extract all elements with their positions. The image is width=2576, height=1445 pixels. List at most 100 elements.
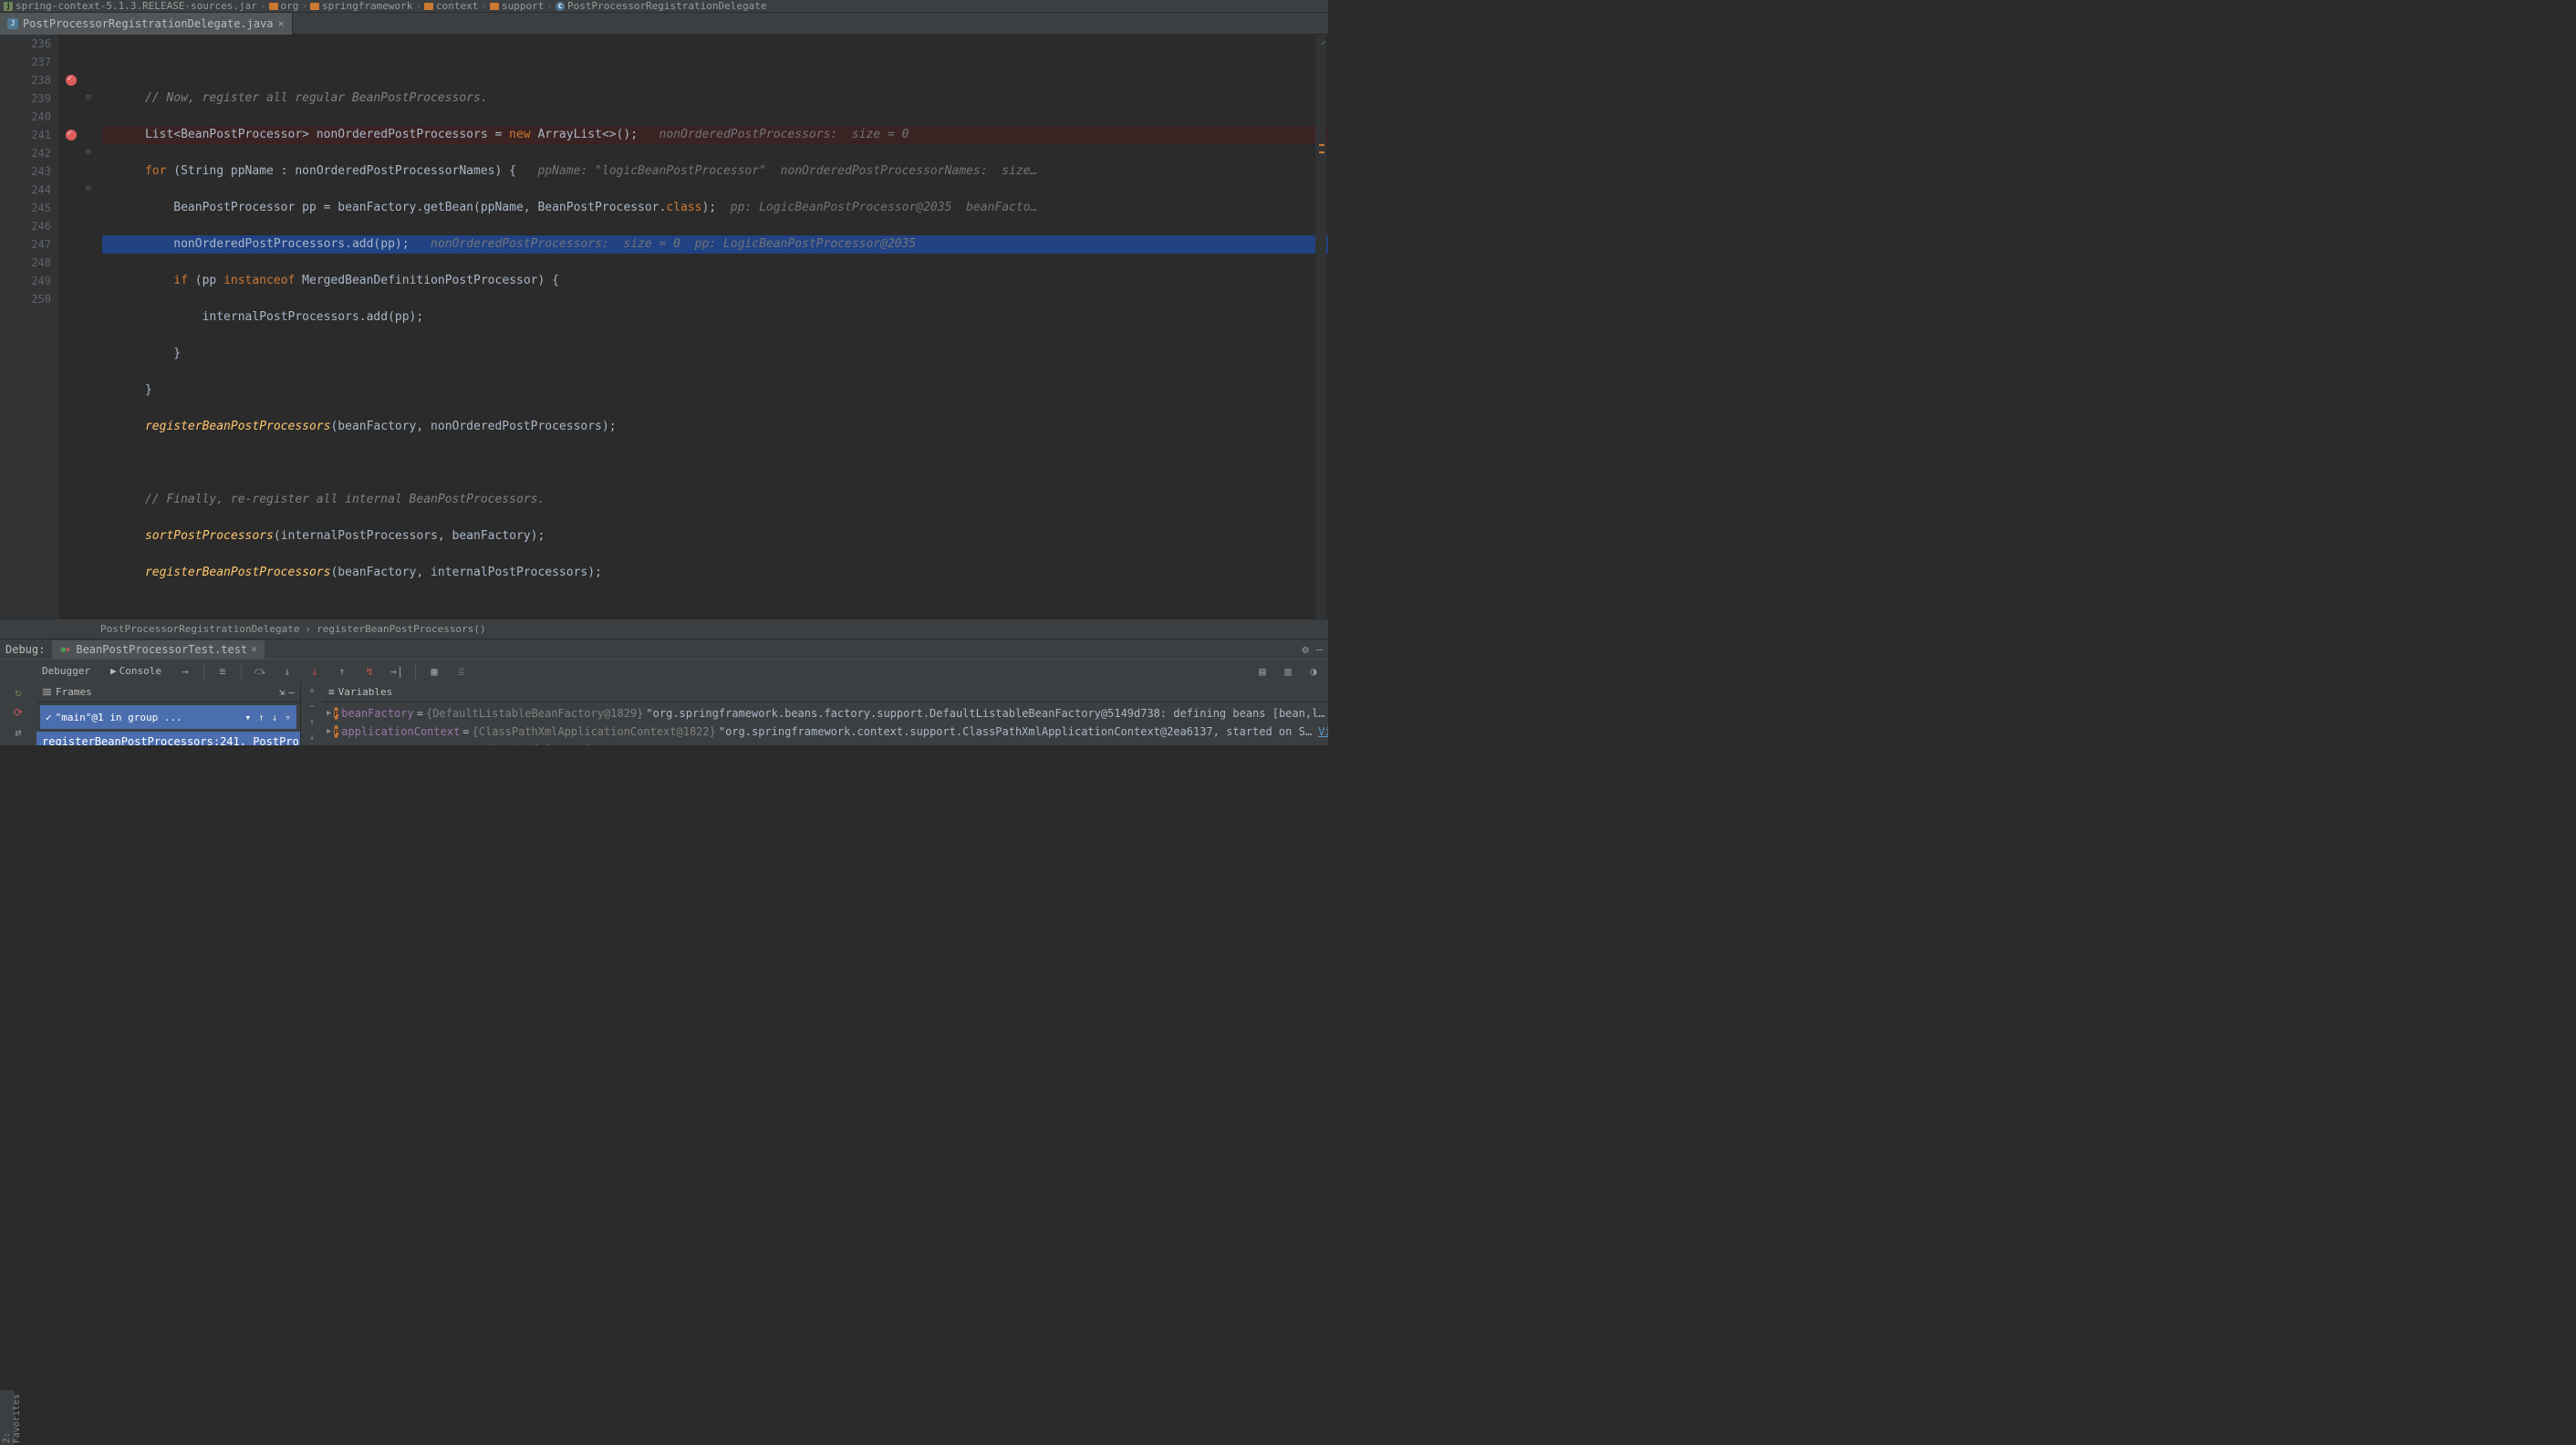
trace-icon[interactable]: ≣ [452,662,471,681]
favorites-tool-tab-wrap: 2: Favorites [0,1390,15,1445]
step-out-icon[interactable]: ↑ [333,662,351,681]
variable-row[interactable]: ▶ postProcessorNames = {String[1]@1935} [323,741,1328,745]
variable-row[interactable]: ▶P applicationContext = {ClassPathXmlApp… [323,722,1328,741]
java-file-icon: J [7,18,18,29]
frames-label: Frames [56,686,92,698]
frames-panel: Frames ⇲ — ✓ "main"@1 in group ... ▾ ↑ ↓… [36,682,301,745]
chevron-right-icon: › [301,0,307,12]
expand-icon[interactable]: ▶ [327,709,331,718]
chevron-right-icon: › [260,0,266,12]
force-step-into-icon[interactable]: ↓ [306,662,324,681]
console-tab[interactable]: ▶Console [105,662,167,681]
jar-icon: j [4,2,13,11]
variable-row[interactable]: ▶P beanFactory = {DefaultListableBeanFac… [323,704,1328,722]
warning-marker-icon[interactable] [1319,144,1324,146]
step-over-icon[interactable]: ⤼ [251,662,269,681]
close-icon[interactable]: × [251,643,257,655]
step-into-icon[interactable]: ↓ [278,662,296,681]
package-icon [310,3,319,10]
variables-header: ≡ Variables [323,682,1328,702]
debugger-tab[interactable]: Debugger [36,662,96,681]
debug-body: ↻ ⟳ ⇄ ▶ ‖ ■ ●● ⊘ 📷 ⚙ 📌 Frames ⇲ — ✓ "mai… [0,682,1328,745]
check-icon: ✓ [46,712,52,723]
chevron-right-icon: › [415,0,421,12]
warning-marker-icon[interactable] [1319,151,1324,153]
next-frame-icon[interactable]: ↓ [272,712,278,723]
frame-item[interactable]: registerBeanPostProcessors:241, PostPro [36,732,300,745]
favorites-tool-tab[interactable]: 2: Favorites [2,1394,22,1443]
package-icon [490,3,499,10]
drop-frame-icon[interactable]: ↯ [360,662,379,681]
memory-icon[interactable]: ◑ [1304,662,1323,681]
minimize-icon[interactable]: — [1316,643,1323,656]
breadcrumb-class[interactable]: CPostProcessorRegistrationDelegate [556,0,767,12]
breadcrumb-pkg[interactable]: support [490,0,544,12]
code-editor[interactable]: 236 237 238 239 240 241 242 243 244 245 … [0,35,1328,619]
parameter-icon: P [334,707,338,720]
parameter-icon: P [334,725,338,738]
test-run-icon [59,643,72,656]
breadcrumb-pkg[interactable]: context [424,0,478,12]
up-icon[interactable]: ↑ [304,717,320,727]
layout-icon[interactable]: ▥ [1279,662,1297,681]
editor-nav-crumb: PostProcessorRegistrationDelegate › regi… [0,619,1328,639]
class-icon: C [556,2,565,11]
nav-crumb-class[interactable]: PostProcessorRegistrationDelegate [100,623,300,635]
debug-toolbar: Debugger ▶Console → ≡ ⤼ ↓ ↓ ↑ ↯ →| ▦ ≣ ▤… [0,659,1328,682]
arrow-right-icon[interactable]: → [176,662,194,681]
debug-session-tab[interactable]: BeanPostProcessorTest.test × [52,640,264,659]
frames-icon [42,687,52,697]
chevron-right-icon: › [306,623,312,635]
breadcrumb-pkg[interactable]: org [269,0,299,12]
package-icon [424,3,433,10]
layout-icon[interactable]: ▤ [1253,662,1272,681]
close-icon[interactable]: × [278,17,285,30]
restore-layout-icon[interactable]: ⇲ [279,686,286,698]
debug-side-toolbar: ↻ ⟳ ⇄ ▶ ‖ ■ ●● ⊘ 📷 ⚙ 📌 [0,682,36,745]
variables-label: Variables [338,686,393,698]
chevron-right-icon: › [481,0,487,12]
thread-selector[interactable]: ✓ "main"@1 in group ... ▾ ↑ ↓ ▿ [40,705,296,729]
frames-header: Frames ⇲ — [36,682,300,702]
debug-panel-header: Debug: BeanPostProcessorTest.test × ⚙ — [0,639,1328,659]
rerun-failed-icon[interactable]: ⟳ [10,706,26,719]
remove-watch-icon[interactable]: − [304,702,320,712]
nav-crumb-method[interactable]: registerBeanPostProcessors() [317,623,485,635]
file-tab-label: PostProcessorRegistrationDelegate.java [23,17,274,30]
variables-tree[interactable]: ▶P beanFactory = {DefaultListableBeanFac… [323,702,1328,745]
frames-list[interactable]: registerBeanPostProcessors:241, PostPror… [36,732,300,745]
new-watch-icon[interactable]: + [304,686,320,696]
error-stripe[interactable]: ✓ [1315,35,1326,619]
breadcrumb-jar[interactable]: jspring-context-5.1.3.RELEASE-sources.ja… [4,0,257,12]
line-gutter: 236 237 238 239 240 241 242 243 244 245 … [0,35,58,619]
gear-icon[interactable]: ⚙ [1303,643,1309,656]
breadcrumb-bar: jspring-context-5.1.3.RELEASE-sources.ja… [0,0,1328,13]
console-icon: ▶ [110,665,117,677]
show-execution-point-icon[interactable]: ≡ [213,662,232,681]
expand-icon[interactable]: ▶ [327,727,331,736]
analysis-ok-icon: ✓ [1321,38,1326,48]
rerun-icon[interactable]: ↻ [10,686,26,699]
variables-panel: ≡ Variables ▶P beanFactory = {DefaultLis… [323,682,1328,745]
chevron-right-icon: › [546,0,553,12]
separator [241,663,242,680]
down-icon[interactable]: ↓ [304,733,320,743]
code-area[interactable]: // Now, register all regular BeanPostPro… [58,35,1328,619]
file-tab[interactable]: J PostProcessorRegistrationDelegate.java… [0,13,293,35]
separator [203,663,204,680]
toggle-autotest-icon[interactable]: ⇄ [10,726,26,739]
filter-icon[interactable]: ▿ [285,712,291,723]
view-link[interactable]: View [1318,725,1328,738]
frames-toolbar: + − ↑ ↓ ⧉ 👓 [301,682,323,745]
prev-frame-icon[interactable]: ↑ [258,712,265,723]
file-tab-bar: J PostProcessorRegistrationDelegate.java… [0,13,1328,35]
evaluate-expression-icon[interactable]: ▦ [425,662,443,681]
variables-icon: ≡ [328,686,335,698]
breadcrumb-pkg[interactable]: springframework [310,0,412,12]
run-to-cursor-icon[interactable]: →| [388,662,406,681]
separator [415,663,416,680]
package-icon [269,3,278,10]
hide-icon[interactable]: — [288,686,295,698]
debug-label: Debug: [5,643,45,656]
chevron-down-icon: ▾ [245,712,252,723]
